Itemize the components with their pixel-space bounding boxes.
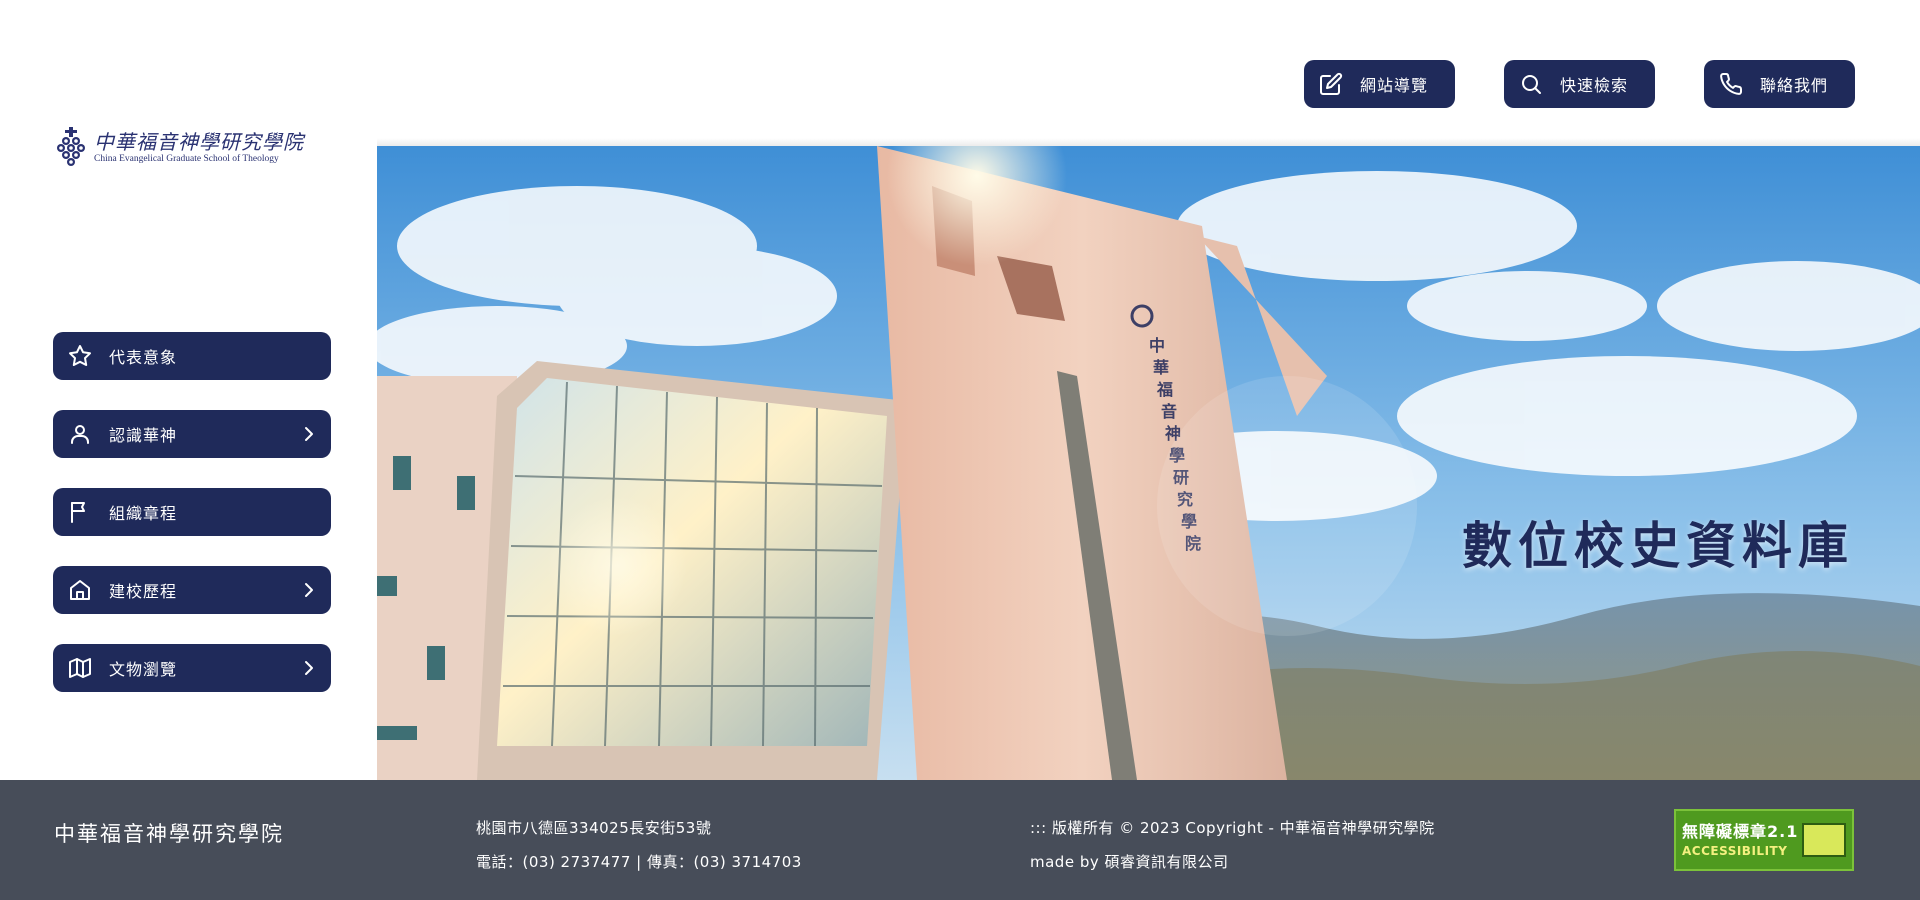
sidebar-item-artifacts[interactable]: 文物瀏覽 (53, 644, 331, 692)
sidebar-item-label: 組織章程 (109, 504, 178, 523)
chevron-right-icon (305, 427, 313, 441)
building-sign-char: 華 (1153, 358, 1169, 377)
logo-chinese-name: 中華福音神學研究學院 (94, 130, 304, 154)
footer-copyright: ::: 版權所有 © 2023 Copyright - 中華福音神學研究學院 (1030, 819, 1435, 837)
chevron-right-icon (305, 661, 313, 675)
building-sign-char: 音 (1161, 402, 1177, 421)
chevron-right-icon (305, 583, 313, 597)
sidebar-item-history[interactable]: 建校歷程 (53, 566, 331, 614)
footer-address: 桃園市八德區334025長安街53號 (476, 819, 712, 837)
star-icon (67, 343, 93, 369)
sitemap-button[interactable]: 網站導覽 (1304, 60, 1455, 108)
sidebar-item-representative-image[interactable]: 代表意象 (53, 332, 331, 380)
contact-us-label: 聯絡我們 (1760, 76, 1829, 95)
footer-made-by[interactable]: made by 碩睿資訊有限公司 (1030, 851, 1229, 872)
sidebar-item-label: 認識華神 (109, 426, 178, 445)
home-icon (67, 577, 93, 603)
accessibility-badge[interactable]: 無障礙標章2.1 ACCESSIBILITY (1674, 809, 1854, 871)
site-logo[interactable]: 中華福音神學研究學院 China Evangelical Graduate Sc… (54, 124, 324, 172)
user-icon (67, 421, 93, 447)
contact-us-button[interactable]: 聯絡我們 (1704, 60, 1855, 108)
logo-english-name: China Evangelical Graduate School of The… (94, 154, 279, 164)
building-sign-char: 中 (1149, 336, 1165, 355)
sidebar-item-about[interactable]: 認識華神 (53, 410, 331, 458)
building-sign-char: 福 (1156, 380, 1173, 399)
phone-icon (1718, 71, 1744, 97)
sidebar-item-label: 文物瀏覽 (109, 660, 178, 679)
quick-search-button[interactable]: 快速檢索 (1504, 60, 1655, 108)
hero-banner: 中華福音神學研究學院 數位校史資料庫 (377, 146, 1920, 780)
badge-title: 無障礙標章2.1 (1682, 822, 1799, 841)
hero-title: 數位校史資料庫 (1462, 517, 1854, 575)
edit-icon (1318, 71, 1344, 97)
sidebar-item-organization[interactable]: 組織章程 (53, 488, 331, 536)
map-icon (67, 655, 93, 681)
campus-building-image: 中華福音神學研究學院 (377, 146, 1920, 780)
quick-search-label: 快速檢索 (1560, 76, 1629, 95)
grape-cross-logo-icon (57, 127, 85, 166)
search-icon (1518, 71, 1544, 97)
site-footer: 中華福音神學研究學院 桃園市八德區334025長安街53號 電話：(03) 27… (0, 780, 1920, 900)
footer-phone-fax: 電話：(03) 2737477 | 傳真：(03) 3714703 (476, 853, 802, 871)
flag-icon (67, 499, 93, 525)
badge-subtitle: ACCESSIBILITY (1682, 844, 1788, 858)
sidebar-item-label: 代表意象 (109, 348, 178, 367)
sidebar-item-label: 建校歷程 (109, 582, 178, 601)
accessibility-grid-icon (1802, 823, 1846, 857)
footer-school-name: 中華福音神學研究學院 (54, 822, 284, 846)
sitemap-label: 網站導覽 (1360, 76, 1429, 95)
